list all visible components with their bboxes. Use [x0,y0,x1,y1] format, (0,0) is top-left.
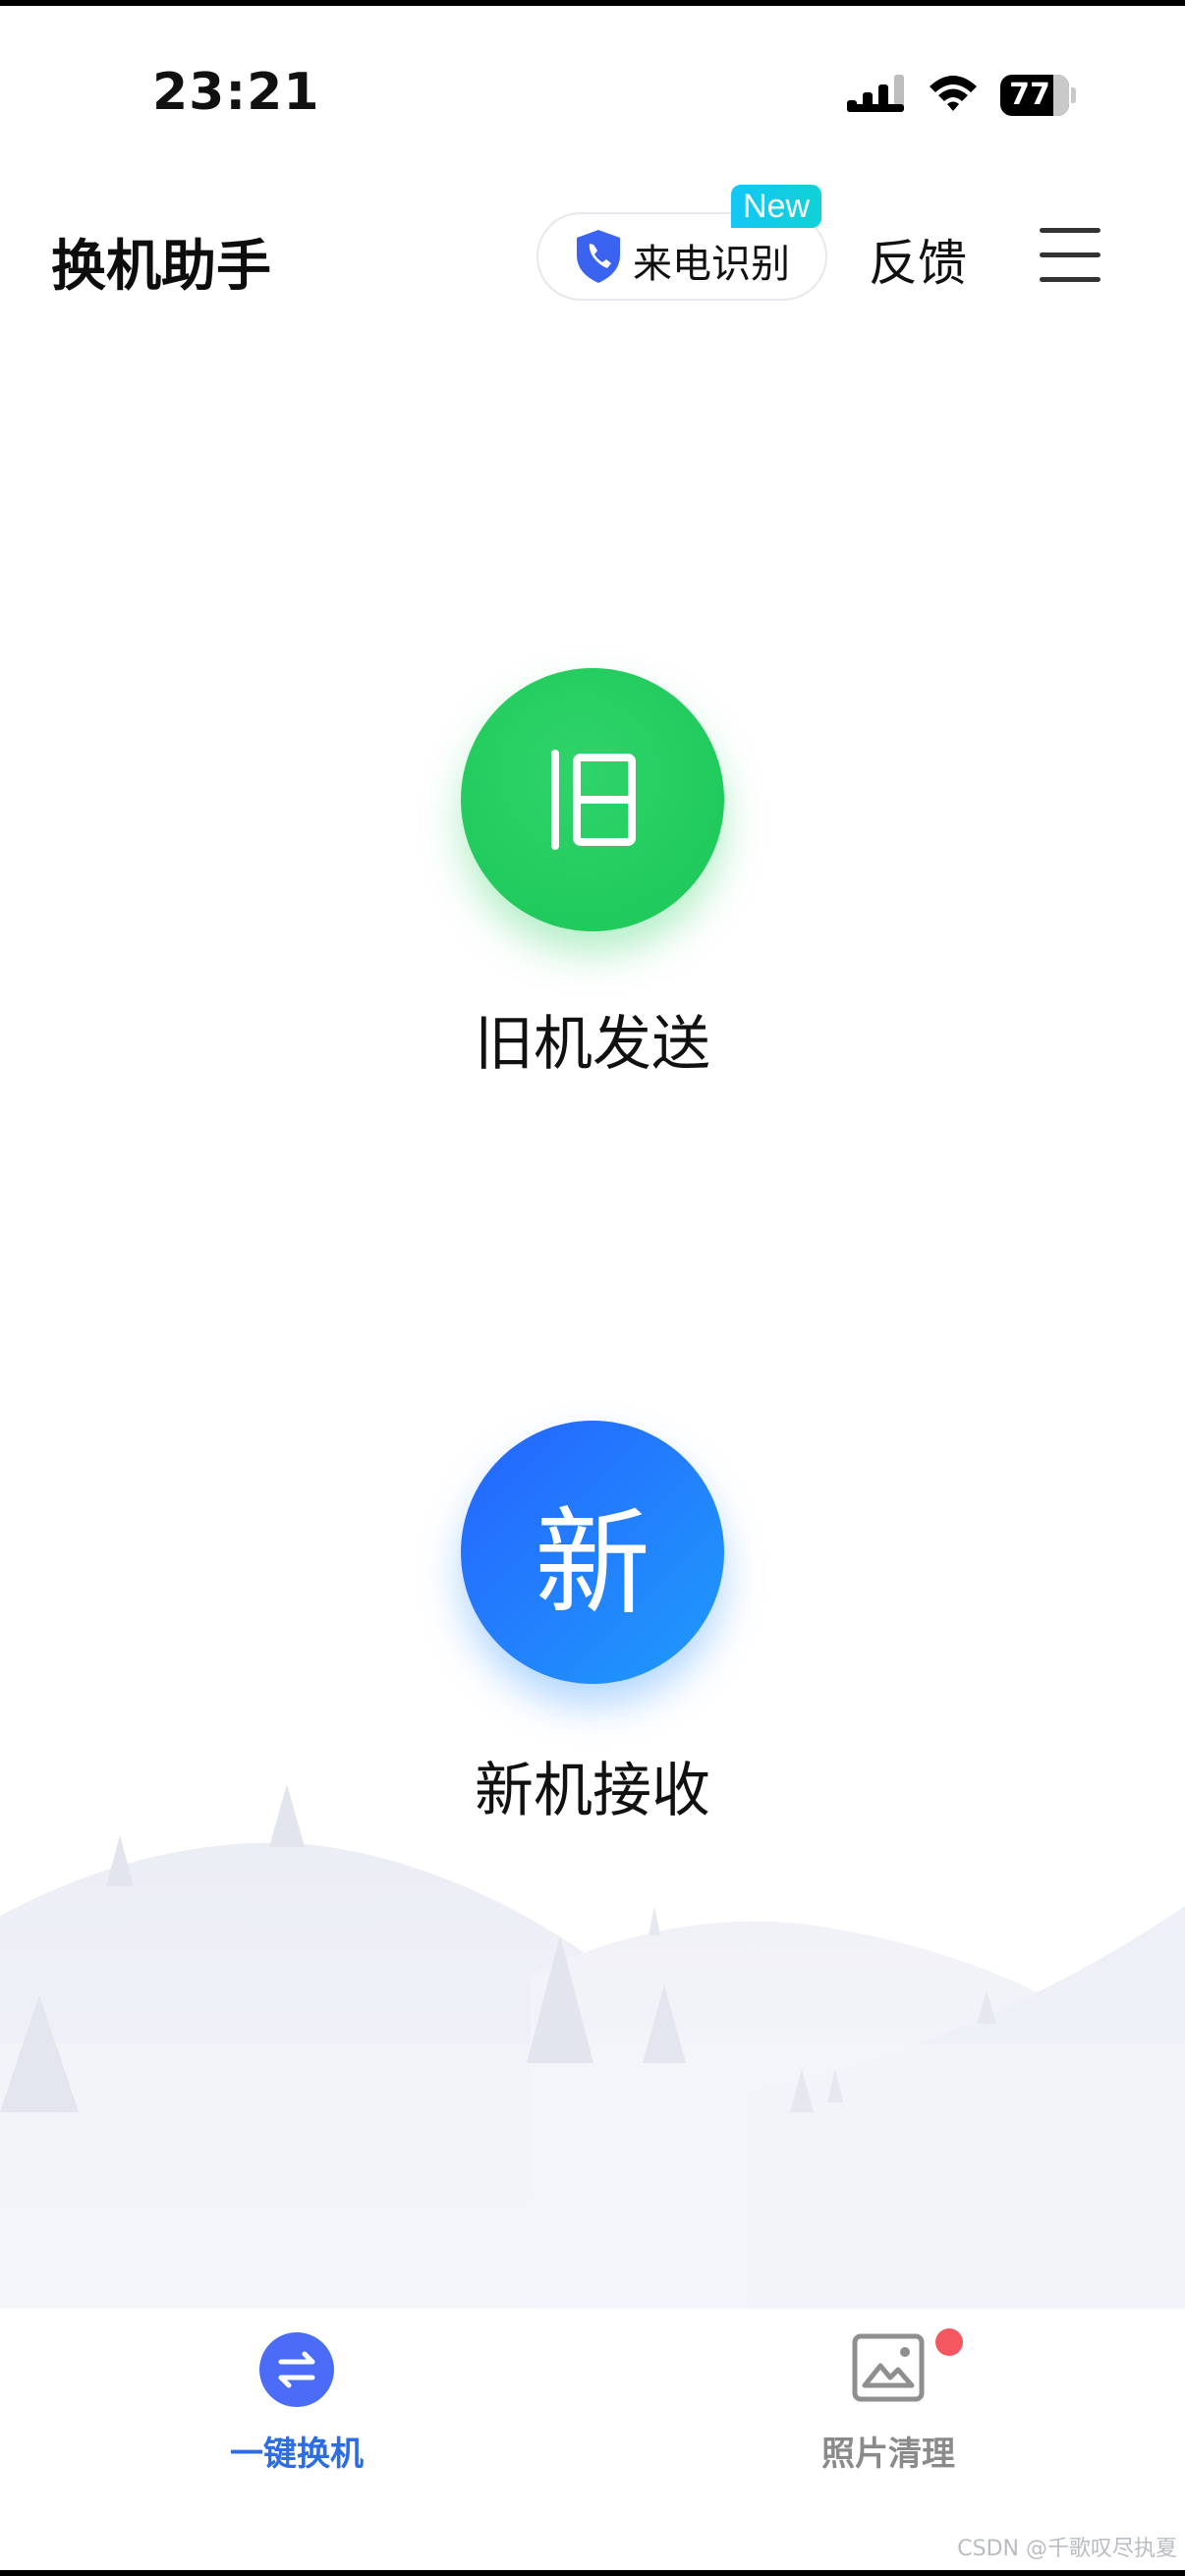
nav-item-photos[interactable]: 照片清理 [770,2328,1006,2474]
wifi-icon [930,76,977,111]
bottom-edge [0,2570,1185,2576]
nav-label-photos: 照片清理 [821,2435,955,2474]
menu-icon[interactable] [1040,228,1100,283]
status-time: 23:21 [152,63,320,122]
old-device-send-button[interactable] [461,668,724,931]
cellular-signal-icon [847,75,904,112]
new-badge: New [731,185,822,228]
page-title: 换机助手 [51,235,271,299]
nav-label-switch: 一键换机 [230,2435,364,2474]
notification-dot [935,2328,963,2356]
caller-id-label: 来电识别 [633,242,790,287]
hills-illustration [0,1784,1185,2309]
watermark: CSDN @千歌叹尽执夏 [957,2537,1177,2561]
old-device-label: 旧机发送 [475,1010,710,1079]
swap-arrows-icon [259,2332,334,2407]
new-device-label: 新机接收 [475,1757,710,1825]
battery-icon: 77 [1000,75,1069,116]
photo-icon [852,2333,925,2402]
battery-indicator: 77 [1000,75,1077,116]
battery-level: 77 [1009,78,1050,112]
top-edge [0,0,1185,6]
new-device-receive-button[interactable]: 新 [461,1421,724,1684]
feedback-link[interactable]: 反馈 [869,224,967,295]
shield-phone-icon [577,230,620,283]
nav-item-switch[interactable]: 一键换机 [179,2332,415,2474]
new-glyph: 新 [534,1494,650,1631]
old-glyph-icon [551,750,636,850]
